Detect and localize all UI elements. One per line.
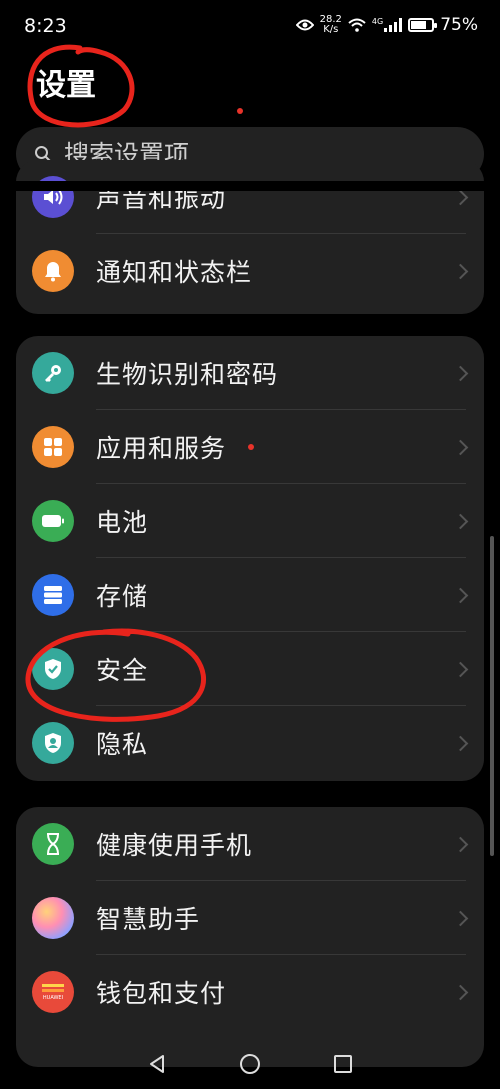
navigation-bar xyxy=(0,1039,500,1089)
chevron-right-icon xyxy=(452,587,469,603)
wifi-icon xyxy=(348,18,366,32)
home-icon[interactable] xyxy=(239,1053,261,1075)
status-bar: 8:23 28.2 K/s 4G 75% xyxy=(0,0,500,52)
chevron-right-icon xyxy=(452,661,469,677)
settings-item-label: 隐私 xyxy=(96,730,149,759)
settings-item-storage[interactable]: 存储 xyxy=(16,558,484,632)
notification-dot xyxy=(237,108,243,114)
status-time: 8:23 xyxy=(24,15,67,37)
settings-group-2: 生物识别和密码 应用和服务 电池 存储 安全 隐私 xyxy=(16,336,484,781)
wallet-icon: HUAWEI xyxy=(32,971,74,1013)
settings-item-wallet[interactable]: HUAWEI 钱包和支付 xyxy=(16,955,484,1029)
settings-item-security[interactable]: 安全 xyxy=(16,632,484,706)
scroll-mask xyxy=(0,181,500,191)
hourglass-icon xyxy=(32,823,74,865)
apps-grid-icon xyxy=(32,426,74,468)
battery-icon xyxy=(32,500,74,542)
storage-icon xyxy=(32,574,74,616)
settings-item-apps[interactable]: 应用和服务 xyxy=(16,410,484,484)
settings-item-label: 智慧助手 xyxy=(96,905,201,934)
chevron-right-icon xyxy=(452,910,469,926)
settings-item-label: 电池 xyxy=(96,508,149,537)
wallet-icon-text: HUAWEI xyxy=(42,994,64,1001)
scrollbar[interactable] xyxy=(490,536,494,856)
chevron-right-icon xyxy=(452,836,469,852)
bell-icon xyxy=(32,250,74,292)
recents-icon[interactable] xyxy=(333,1054,353,1074)
assistant-icon xyxy=(32,897,74,939)
chevron-right-icon xyxy=(452,513,469,529)
back-icon[interactable] xyxy=(147,1054,167,1074)
battery-percent: 75% xyxy=(440,15,478,35)
settings-item-label: 钱包和支付 xyxy=(96,979,227,1008)
chevron-right-icon xyxy=(452,439,469,455)
settings-item-assistant[interactable]: 智慧助手 xyxy=(16,881,484,955)
settings-group-3: 健康使用手机 智慧助手 HUAWEI 钱包和支付 xyxy=(16,807,484,1067)
chevron-right-icon xyxy=(452,984,469,1000)
signal-bars-icon xyxy=(384,18,403,32)
chevron-right-icon xyxy=(452,189,469,205)
settings-item-label: 安全 xyxy=(96,656,149,685)
settings-item-label: 通知和状态栏 xyxy=(96,258,253,287)
settings-item-biometrics[interactable]: 生物识别和密码 xyxy=(16,336,484,410)
cellular-signal: 4G xyxy=(372,18,403,32)
settings-item-label: 健康使用手机 xyxy=(96,831,253,860)
battery-status-icon xyxy=(408,18,438,32)
chevron-right-icon xyxy=(452,263,469,279)
settings-item-privacy[interactable]: 隐私 xyxy=(16,706,484,780)
privacy-icon xyxy=(32,722,74,764)
key-icon xyxy=(32,352,74,394)
settings-item-battery[interactable]: 电池 xyxy=(16,484,484,558)
net-speed: 28.2 K/s xyxy=(319,14,342,35)
settings-item-sound[interactable]: 声音和振动 xyxy=(16,160,484,234)
chevron-right-icon xyxy=(452,365,469,381)
settings-item-digital-balance[interactable]: 健康使用手机 xyxy=(16,807,484,881)
page-title: 设置 xyxy=(36,68,96,103)
eye-icon xyxy=(295,19,314,31)
chevron-right-icon xyxy=(452,735,469,751)
new-badge-dot xyxy=(248,444,254,450)
settings-item-notifications[interactable]: 通知和状态栏 xyxy=(16,234,484,308)
settings-item-label: 应用和服务 xyxy=(96,434,227,463)
shield-check-icon xyxy=(32,648,74,690)
settings-item-label: 存储 xyxy=(96,582,149,611)
settings-item-label: 生物识别和密码 xyxy=(96,360,279,389)
